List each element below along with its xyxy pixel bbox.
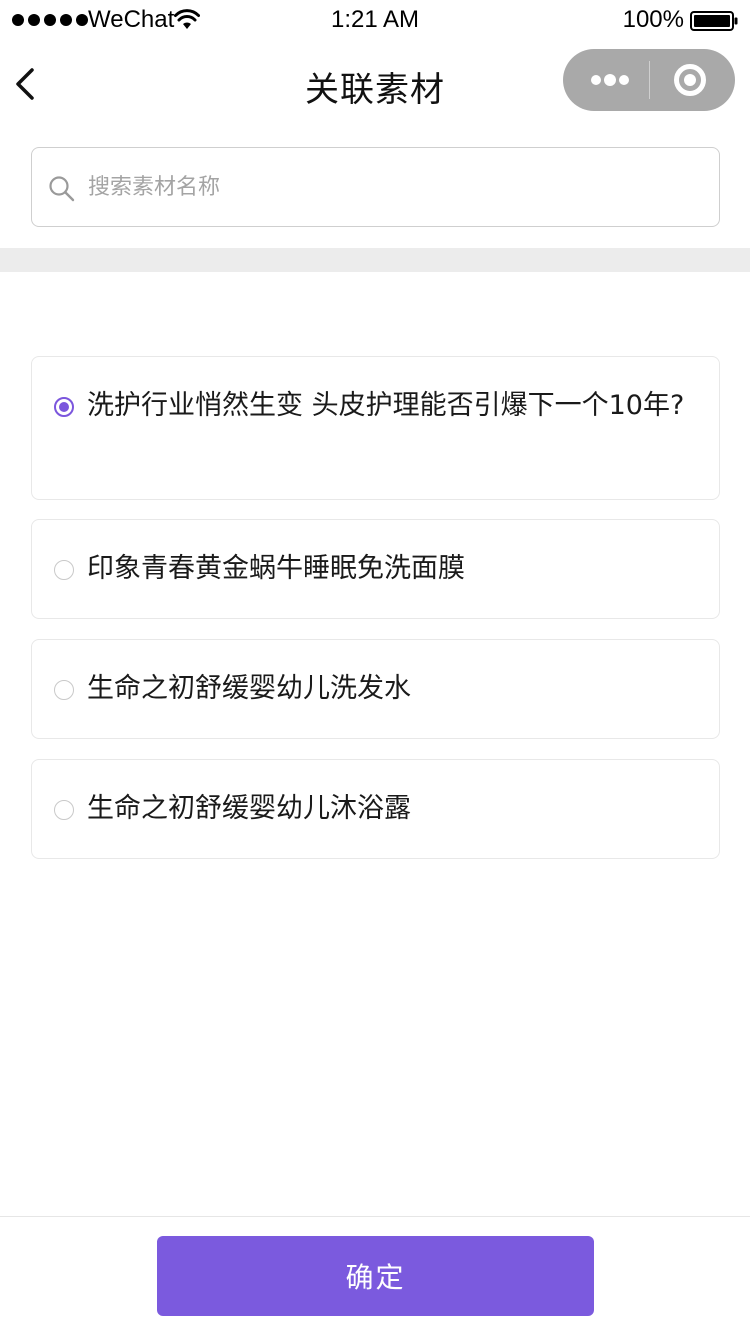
close-circle-icon bbox=[674, 64, 706, 96]
confirm-button[interactable]: 确定 bbox=[157, 1236, 594, 1316]
radio-unchecked[interactable] bbox=[54, 800, 74, 820]
nav-bar: 关联素材 bbox=[0, 40, 750, 128]
search-box bbox=[31, 147, 720, 227]
option-card-2[interactable]: 印象青春黄金蜗牛睡眠免洗面膜 bbox=[31, 519, 720, 619]
mini-program-capsule bbox=[563, 49, 735, 111]
section-divider bbox=[0, 248, 750, 272]
radio-unchecked[interactable] bbox=[54, 680, 74, 700]
close-button[interactable] bbox=[650, 49, 735, 111]
radio-checked[interactable] bbox=[54, 397, 74, 417]
option-label: 生命之初舒缓婴幼儿沐浴露 bbox=[87, 793, 411, 824]
option-label: 生命之初舒缓婴幼儿洗发水 bbox=[87, 673, 411, 704]
battery-percent: 100% bbox=[622, 6, 684, 33]
more-button[interactable] bbox=[563, 49, 649, 111]
option-card-4[interactable]: 生命之初舒缓婴幼儿沐浴露 bbox=[31, 759, 720, 859]
option-card-1[interactable]: 洗护行业悄然生变 头皮护理能否引爆下一个10年? bbox=[31, 356, 720, 500]
screen: WeChat 1:21 AM 100% 关联素材 搜索素材名称 洗护行业悄然生变… bbox=[0, 0, 750, 1334]
option-label: 洗护行业悄然生变 头皮护理能否引爆下一个10年? bbox=[87, 390, 685, 421]
radio-unchecked[interactable] bbox=[54, 560, 74, 580]
option-card-3[interactable]: 生命之初舒缓婴幼儿洗发水 bbox=[31, 639, 720, 739]
option-label: 印象青春黄金蜗牛睡眠免洗面膜 bbox=[87, 553, 465, 584]
search-icon bbox=[49, 176, 75, 202]
status-bar: WeChat 1:21 AM 100% bbox=[0, 0, 750, 40]
footer-divider bbox=[0, 1216, 750, 1217]
search-input[interactable] bbox=[88, 162, 698, 212]
battery-icon bbox=[690, 11, 738, 31]
